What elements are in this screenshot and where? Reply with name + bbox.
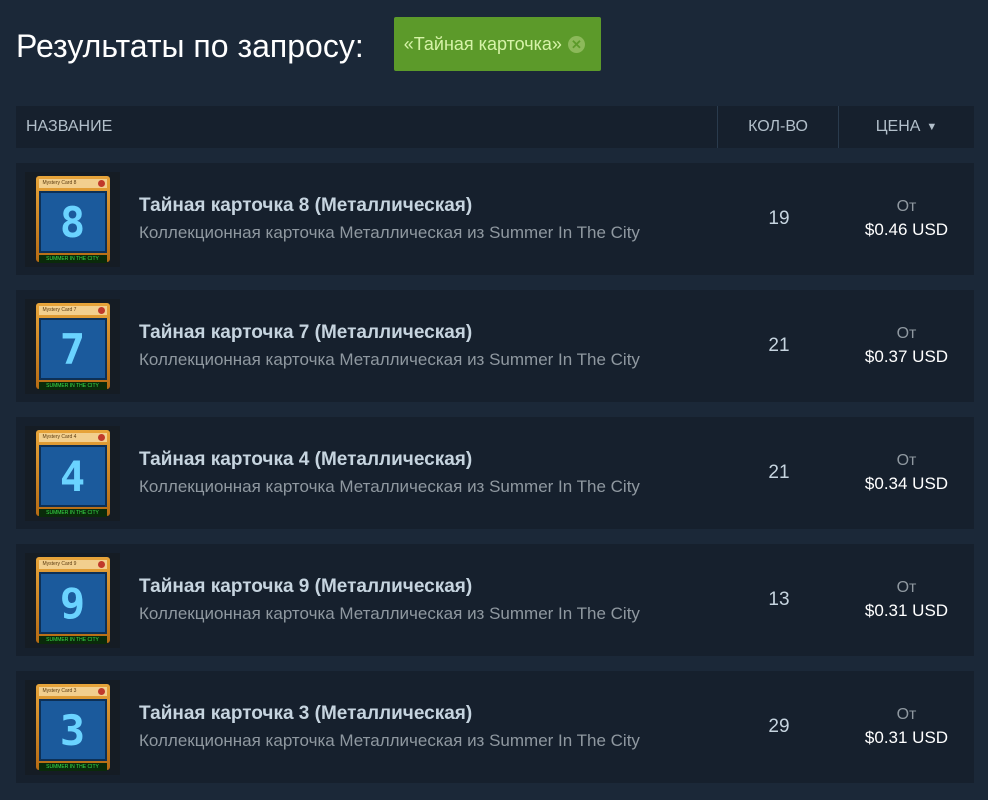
trading-card-image: Mystery Card 8 8 SUMMER IN THE CITY	[35, 176, 110, 263]
card-footer: SUMMER IN THE CITY	[38, 382, 107, 390]
item-quantity: 21	[768, 335, 790, 356]
item-price: От $0.31 USD	[839, 706, 974, 748]
item-thumbnail: Mystery Card 7 7 SUMMER IN THE CITY	[25, 298, 120, 394]
item-type: Коллекционная карточка Металлическая из …	[139, 477, 640, 496]
item-type: Коллекционная карточка Металлическая из …	[139, 223, 640, 242]
card-caption: Mystery Card 3	[38, 687, 107, 696]
sort-down-arrow-icon: ▼	[926, 121, 938, 133]
price-value: $0.34 USD	[864, 474, 949, 493]
item-type: Коллекционная карточка Металлическая из …	[139, 604, 640, 623]
page-title: Результаты по запросу:	[16, 27, 364, 64]
item-info: Тайная карточка 9 (Металлическая) Коллек…	[139, 576, 719, 624]
item-info: Тайная карточка 4 (Металлическая) Коллек…	[139, 449, 719, 497]
card-caption: Mystery Card 7	[38, 306, 107, 315]
result-row[interactable]: Mystery Card 4 4 SUMMER IN THE CITY Тайн…	[16, 417, 974, 529]
item-thumbnail: Mystery Card 8 8 SUMMER IN THE CITY	[25, 171, 120, 267]
item-quantity: 21	[768, 462, 790, 483]
item-info: Тайная карточка 7 (Металлическая) Коллек…	[139, 322, 719, 370]
card-digit: 8	[38, 191, 107, 253]
item-info: Тайная карточка 3 (Металлическая) Коллек…	[139, 703, 719, 751]
item-quantity: 19	[768, 208, 790, 229]
table-header: НАЗВАНИЕ КОЛ-ВО ЦЕНА ▼	[16, 106, 974, 148]
item-type: Коллекционная карточка Металлическая из …	[139, 731, 640, 750]
item-price: От $0.34 USD	[839, 452, 974, 494]
card-caption: Mystery Card 9	[38, 560, 107, 569]
results-header: Результаты по запросу: «Тайная карточка»…	[16, 17, 601, 71]
card-digit: 9	[38, 572, 107, 634]
result-row[interactable]: Mystery Card 8 8 SUMMER IN THE CITY Тайн…	[16, 163, 974, 275]
price-value: $0.46 USD	[864, 220, 949, 239]
card-footer: SUMMER IN THE CITY	[38, 509, 107, 517]
item-name[interactable]: Тайная карточка 9 (Металлическая)	[139, 576, 719, 598]
item-type: Коллекционная карточка Металлическая из …	[139, 350, 640, 369]
card-caption: Mystery Card 4	[38, 433, 107, 442]
card-footer: SUMMER IN THE CITY	[38, 763, 107, 771]
column-price[interactable]: ЦЕНА ▼	[838, 106, 974, 148]
column-price-label: ЦЕНА	[875, 118, 921, 135]
price-value: $0.37 USD	[864, 347, 949, 366]
card-digit: 4	[38, 445, 107, 507]
price-prefix: От	[896, 325, 917, 342]
result-row[interactable]: Mystery Card 3 3 SUMMER IN THE CITY Тайн…	[16, 671, 974, 783]
card-caption: Mystery Card 8	[38, 179, 107, 188]
results-list: Mystery Card 8 8 SUMMER IN THE CITY Тайн…	[16, 163, 974, 798]
price-value: $0.31 USD	[864, 728, 949, 747]
item-name[interactable]: Тайная карточка 7 (Металлическая)	[139, 322, 719, 344]
card-digit: 3	[38, 699, 107, 761]
item-info: Тайная карточка 8 (Металлическая) Коллек…	[139, 195, 719, 243]
item-name[interactable]: Тайная карточка 4 (Металлическая)	[139, 449, 719, 471]
item-quantity: 13	[768, 589, 790, 610]
item-name[interactable]: Тайная карточка 3 (Металлическая)	[139, 703, 719, 725]
item-thumbnail: Mystery Card 3 3 SUMMER IN THE CITY	[25, 679, 120, 775]
item-thumbnail: Mystery Card 9 9 SUMMER IN THE CITY	[25, 552, 120, 648]
result-row[interactable]: Mystery Card 9 9 SUMMER IN THE CITY Тайн…	[16, 544, 974, 656]
column-quantity[interactable]: КОЛ-ВО	[717, 106, 838, 148]
price-value: $0.31 USD	[864, 601, 949, 620]
price-prefix: От	[896, 579, 917, 596]
card-footer: SUMMER IN THE CITY	[38, 255, 107, 263]
search-tag[interactable]: «Тайная карточка» ✕	[393, 17, 601, 71]
trading-card-image: Mystery Card 4 4 SUMMER IN THE CITY	[35, 430, 110, 517]
item-quantity: 29	[768, 716, 790, 737]
search-tag-label: «Тайная карточка»	[403, 33, 562, 54]
item-price: От $0.37 USD	[839, 325, 974, 367]
price-prefix: От	[896, 706, 917, 723]
trading-card-image: Mystery Card 9 9 SUMMER IN THE CITY	[35, 557, 110, 644]
card-digit: 7	[38, 318, 107, 380]
price-prefix: От	[896, 198, 917, 215]
item-thumbnail: Mystery Card 4 4 SUMMER IN THE CITY	[25, 425, 120, 521]
item-name[interactable]: Тайная карточка 8 (Металлическая)	[139, 195, 719, 217]
card-footer: SUMMER IN THE CITY	[38, 636, 107, 644]
item-price: От $0.46 USD	[839, 198, 974, 240]
close-circle-icon[interactable]: ✕	[567, 35, 585, 53]
result-row[interactable]: Mystery Card 7 7 SUMMER IN THE CITY Тайн…	[16, 290, 974, 402]
price-prefix: От	[896, 452, 917, 469]
trading-card-image: Mystery Card 7 7 SUMMER IN THE CITY	[35, 303, 110, 390]
trading-card-image: Mystery Card 3 3 SUMMER IN THE CITY	[35, 684, 110, 771]
item-price: От $0.31 USD	[839, 579, 974, 621]
column-name[interactable]: НАЗВАНИЕ	[16, 118, 717, 136]
